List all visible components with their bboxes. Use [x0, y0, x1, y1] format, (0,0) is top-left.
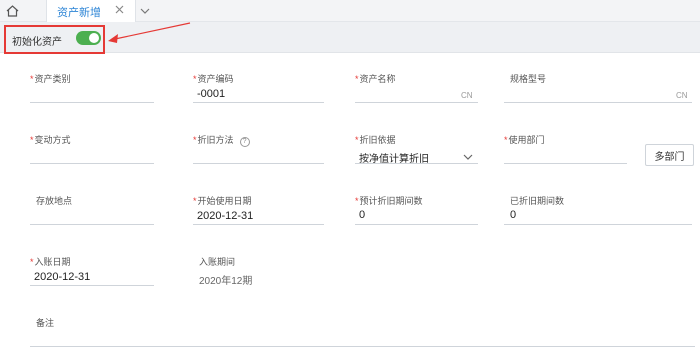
spec-model-label: 规格型号: [510, 74, 547, 84]
depr-method-field[interactable]: *折旧方法?: [193, 133, 324, 165]
underline: [30, 224, 154, 225]
entry-period-label: 入账期间: [199, 257, 236, 267]
used-periods-label: 已折旧期间数: [510, 196, 565, 206]
asset-code-label: 资产编码: [197, 74, 234, 84]
underline: [193, 224, 324, 225]
change-method-label: 变动方式: [34, 135, 71, 145]
tab-more-button[interactable]: [137, 0, 153, 22]
entry-date-value: 2020-12-31: [34, 271, 91, 283]
underline: [504, 102, 692, 103]
start-date-field[interactable]: *开始使用日期 2020-12-31: [193, 194, 324, 226]
close-icon[interactable]: [114, 4, 125, 15]
cn-language-tag[interactable]: CN: [461, 91, 473, 100]
remark-field[interactable]: 备注: [30, 316, 695, 346]
asset-name-field[interactable]: *资产名称 CN: [355, 72, 478, 104]
depr-basis-label: 折旧依据: [359, 135, 396, 145]
underline: [504, 224, 692, 225]
home-tab[interactable]: [0, 0, 24, 22]
est-periods-value: 0: [359, 209, 366, 221]
multi-dept-button[interactable]: 多部门: [645, 144, 694, 166]
depr-basis-select[interactable]: *折旧依据 按净值计算折旧: [355, 133, 478, 165]
change-method-field[interactable]: *变动方式: [30, 133, 154, 165]
underline: [355, 163, 478, 164]
used-periods-value: 0: [510, 209, 517, 221]
init-asset-toggle[interactable]: [76, 31, 101, 45]
init-asset-label: 初始化资产: [12, 37, 62, 48]
underline: [355, 224, 478, 225]
help-icon[interactable]: ?: [239, 137, 250, 147]
start-date-label: 开始使用日期: [197, 196, 252, 206]
est-periods-label: 预计折旧期间数: [359, 196, 423, 206]
tab-asset-add-label: 资产新增: [57, 7, 101, 19]
location-field[interactable]: 存放地点: [30, 194, 154, 226]
asset-name-label: 资产名称: [359, 74, 396, 84]
entry-period-value: 2020年12期: [199, 276, 253, 287]
location-label: 存放地点: [36, 196, 73, 206]
chevron-down-icon: [140, 8, 150, 14]
cn-language-tag[interactable]: CN: [676, 91, 688, 100]
use-dept-field[interactable]: *使用部门: [504, 133, 627, 165]
spec-model-field[interactable]: 规格型号 CN: [504, 72, 692, 104]
asset-code-value: -0001: [197, 88, 226, 100]
toolbar: [0, 22, 700, 53]
depr-method-label: 折旧方法: [197, 135, 234, 145]
use-dept-label: 使用部门: [508, 135, 545, 145]
home-icon: [6, 5, 18, 17]
used-periods-field[interactable]: 已折旧期间数 0: [504, 194, 692, 226]
tab-bar: 资产新增: [0, 0, 700, 22]
entry-date-field[interactable]: *入账日期 2020-12-31: [30, 255, 154, 287]
tab-asset-add[interactable]: 资产新增: [46, 0, 136, 22]
underline: [355, 102, 478, 103]
entry-date-label: 入账日期: [34, 257, 71, 267]
remark-underline: [30, 346, 695, 347]
start-date-value: 2020-12-31: [197, 210, 254, 222]
asset-category-label: 资产类别: [34, 74, 71, 84]
underline: [30, 163, 154, 164]
annotation-arrow-icon: [108, 22, 191, 43]
entry-period-field: 入账期间 2020年12期: [193, 255, 324, 287]
toggle-knob: [89, 33, 99, 43]
underline: [193, 102, 324, 103]
chevron-down-icon[interactable]: [463, 154, 473, 160]
underline: [30, 102, 154, 103]
underline: [504, 163, 627, 164]
asset-category-field[interactable]: *资产类别: [30, 72, 154, 104]
remark-label: 备注: [36, 318, 55, 328]
asset-code-field[interactable]: *资产编码 -0001: [193, 72, 324, 104]
underline: [193, 163, 324, 164]
est-periods-field[interactable]: *预计折旧期间数 0: [355, 194, 478, 226]
underline: [30, 285, 154, 286]
